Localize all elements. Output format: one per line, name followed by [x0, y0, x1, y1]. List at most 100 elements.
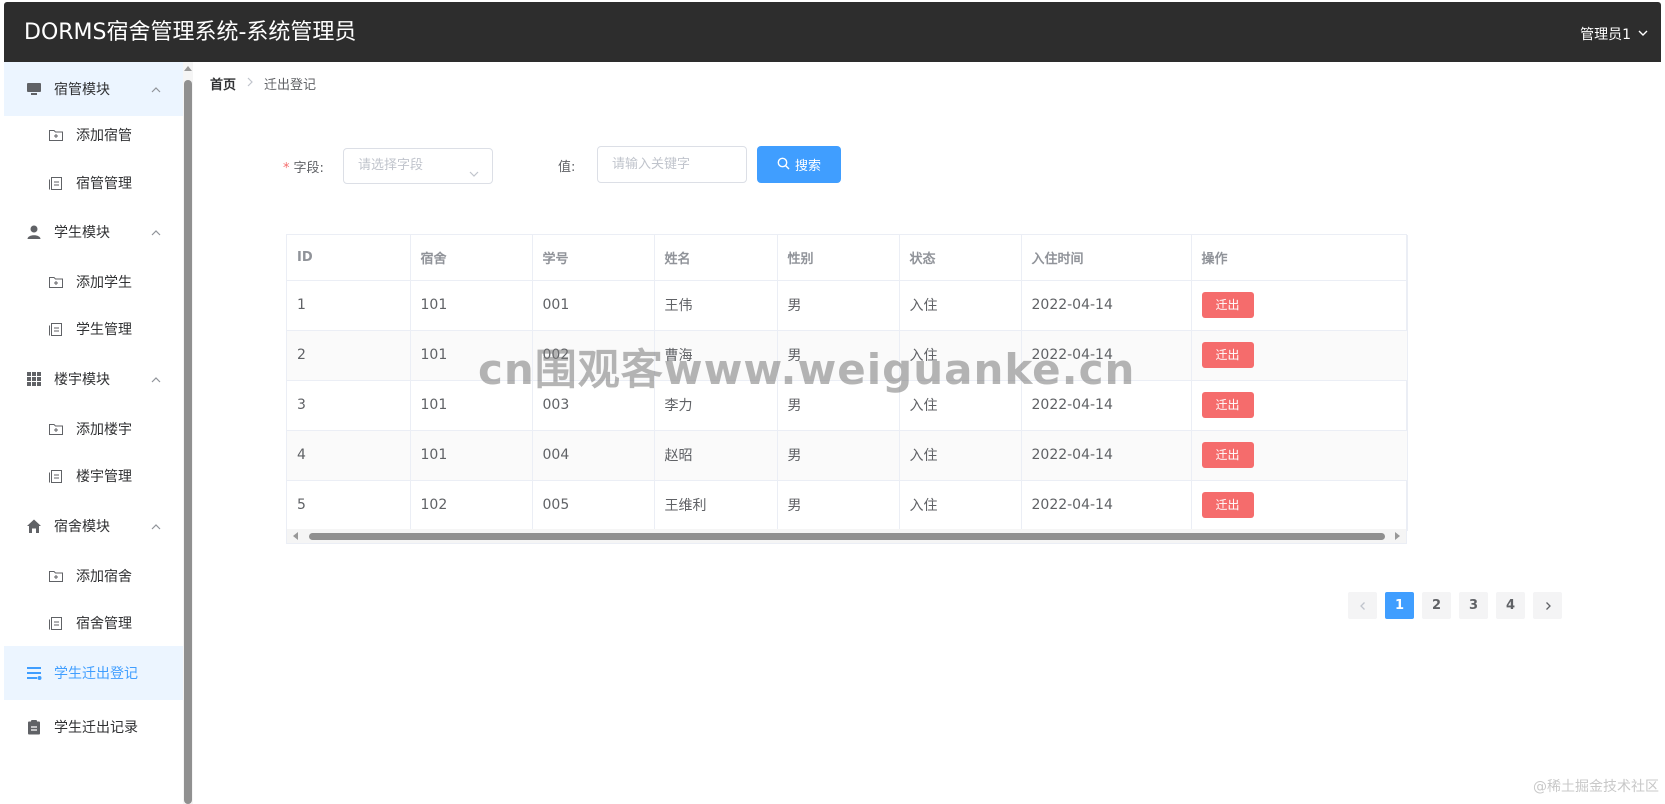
- cell-student-no: 005: [532, 480, 655, 531]
- menu-item-dorm-manager-list[interactable]: 宿管管理: [4, 158, 189, 208]
- cell-gender: 男: [777, 280, 900, 331]
- search-icon: [777, 157, 790, 173]
- cell-id: 2: [287, 330, 411, 381]
- menu-group-dorm-manager[interactable]: 宿管模块: [4, 62, 189, 116]
- cell-id: 5: [287, 480, 411, 531]
- cell-student-no: 003: [532, 380, 655, 431]
- breadcrumb: 首页 迁出登记: [210, 74, 316, 93]
- cell-checkin-date: 2022-04-14: [1021, 380, 1192, 431]
- folder-add-icon: [48, 568, 64, 584]
- menu-group-label: 楼宇模块: [54, 372, 110, 388]
- folder-add-icon: [48, 421, 64, 437]
- next-page-button[interactable]: [1533, 592, 1562, 619]
- page-button[interactable]: 2: [1422, 592, 1451, 619]
- breadcrumb-home[interactable]: 首页: [210, 74, 236, 93]
- menu-item-student-list[interactable]: 学生管理: [4, 304, 189, 354]
- menu-item-label: 学生迁出登记: [54, 666, 138, 682]
- scroll-left-arrow[interactable]: [293, 532, 298, 540]
- cell-dorm: 102: [410, 480, 533, 531]
- menu-item-label: 学生迁出记录: [54, 720, 138, 736]
- grid-icon: [26, 371, 42, 387]
- cell-action: 迁出: [1191, 480, 1408, 531]
- menu-group-dorm[interactable]: 宿舍模块: [4, 499, 189, 553]
- menu-item-checkout-register[interactable]: 学生迁出登记: [4, 646, 189, 700]
- cell-name: 李力: [654, 380, 778, 431]
- user-menu[interactable]: 管理员1: [1580, 2, 1649, 68]
- menu-item-add-building[interactable]: 添加楼宇: [4, 404, 189, 454]
- cell-student-no: 004: [532, 430, 655, 481]
- scroll-thumb[interactable]: [184, 80, 192, 804]
- table-header-row: ID 宿舍 学号 姓名 性别 状态 入住时间 操作: [287, 235, 1408, 281]
- column-header: 状态: [899, 235, 1022, 281]
- cell-checkin-date: 2022-04-14: [1021, 330, 1192, 381]
- field-select[interactable]: 请选择字段: [343, 148, 493, 184]
- cell-student-no: 002: [532, 330, 655, 381]
- vertical-scrollbar[interactable]: [183, 62, 193, 804]
- cell-status: 入住: [899, 480, 1022, 531]
- table-row: 4 101 004 赵昭 男 入住 2022-04-14 迁出: [287, 430, 1408, 481]
- menu-item-label: 学生管理: [76, 322, 132, 338]
- data-table: ID 宿舍 学号 姓名 性别 状态 入住时间 操作 1 101 001 王伟 男…: [286, 234, 1408, 544]
- search-button-label: 搜索: [794, 158, 821, 173]
- menu-item-add-student[interactable]: 添加学生: [4, 257, 189, 307]
- menu-item-building-list[interactable]: 楼宇管理: [4, 451, 189, 501]
- column-header: 学号: [532, 235, 655, 281]
- search-button[interactable]: 搜索: [757, 146, 841, 183]
- menu-item-label: 添加楼宇: [76, 422, 132, 438]
- checkout-button[interactable]: 迁出: [1201, 292, 1254, 318]
- scroll-right-arrow[interactable]: [1395, 532, 1400, 540]
- column-header: 性别: [777, 235, 900, 281]
- keyword-input[interactable]: [597, 146, 747, 183]
- cell-checkin-date: 2022-04-14: [1021, 480, 1192, 531]
- cell-name: 王伟: [654, 280, 778, 331]
- document-icon: [48, 175, 64, 191]
- cell-status: 入住: [899, 330, 1022, 381]
- document-icon: [48, 615, 64, 631]
- cell-id: 1: [287, 280, 411, 331]
- page-button[interactable]: 3: [1459, 592, 1488, 619]
- menu-item-label: 宿管管理: [76, 176, 132, 192]
- sidebar: 宿管模块 添加宿管 宿管管理 学生模块 添加学生 学生管理 楼宇模块 添加楼宇 …: [4, 62, 189, 804]
- checkout-button[interactable]: 迁出: [1201, 442, 1254, 468]
- prev-page-button[interactable]: [1348, 592, 1377, 619]
- scroll-thumb[interactable]: [309, 533, 1385, 540]
- table-row: 5 102 005 王维利 男 入住 2022-04-14 迁出: [287, 480, 1408, 531]
- menu-item-label: 添加学生: [76, 275, 132, 291]
- document-icon: [48, 321, 64, 337]
- checkout-button[interactable]: 迁出: [1201, 342, 1254, 368]
- chevron-up-icon: [151, 83, 161, 99]
- cell-student-no: 001: [532, 280, 655, 331]
- cell-dorm: 101: [410, 330, 533, 381]
- column-header: 入住时间: [1021, 235, 1192, 281]
- checkout-button[interactable]: 迁出: [1201, 492, 1254, 518]
- cell-name: 曹海: [654, 330, 778, 381]
- menu-item-add-dorm[interactable]: 添加宿舍: [4, 551, 189, 601]
- cell-action: 迁出: [1191, 330, 1408, 381]
- chevron-down-icon: [1637, 2, 1649, 68]
- cell-gender: 男: [777, 380, 900, 431]
- chevron-up-icon: [151, 373, 161, 389]
- checkout-button[interactable]: 迁出: [1201, 392, 1254, 418]
- table-row: 1 101 001 王伟 男 入住 2022-04-14 迁出: [287, 280, 1408, 331]
- cell-dorm: 101: [410, 380, 533, 431]
- menu-group-building[interactable]: 楼宇模块: [4, 352, 189, 406]
- document-icon: [48, 468, 64, 484]
- folder-add-icon: [48, 127, 64, 143]
- horizontal-scrollbar[interactable]: [287, 529, 1406, 543]
- user-icon: [26, 224, 42, 240]
- cell-action: 迁出: [1191, 380, 1408, 431]
- column-header: ID: [287, 235, 411, 281]
- page-button[interactable]: 4: [1496, 592, 1525, 619]
- column-header: 姓名: [654, 235, 778, 281]
- footer-credit: @稀土掘金技术社区: [1533, 779, 1659, 795]
- chevron-right-icon: [246, 76, 254, 91]
- page-button[interactable]: 1: [1385, 592, 1414, 619]
- chevron-up-icon: [151, 520, 161, 536]
- menu-group-student[interactable]: 学生模块: [4, 205, 189, 259]
- menu-item-checkout-records[interactable]: 学生迁出记录: [4, 700, 189, 754]
- scroll-up-arrow[interactable]: [184, 66, 192, 71]
- cell-checkin-date: 2022-04-14: [1021, 280, 1192, 331]
- menu-item-dorm-list[interactable]: 宿舍管理: [4, 598, 189, 648]
- list-icon: [26, 665, 42, 681]
- menu-item-add-dorm-manager[interactable]: 添加宿管: [4, 110, 189, 160]
